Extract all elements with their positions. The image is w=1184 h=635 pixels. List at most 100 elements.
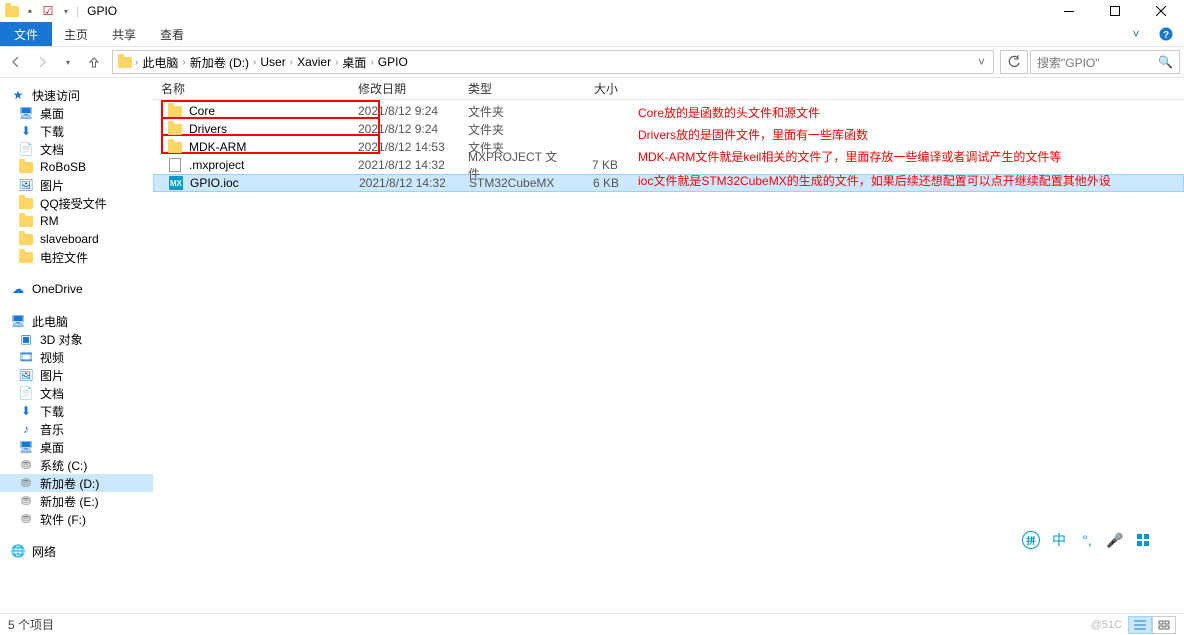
titlebar: ▪ ☑ ▾ | GPIO	[0, 0, 1184, 22]
tab-share[interactable]: 共享	[100, 22, 148, 46]
sidebar-item[interactable]: QQ接受文件	[0, 194, 153, 212]
cloud-icon: ☁	[10, 281, 26, 297]
window-title: GPIO	[87, 4, 117, 18]
search-input[interactable]: 搜索"GPIO" 🔍	[1030, 50, 1180, 74]
window-controls	[1046, 0, 1184, 22]
folder-icon	[18, 195, 34, 211]
sidebar-item[interactable]: slaveboard	[0, 230, 153, 248]
column-name[interactable]: 名称	[153, 80, 358, 97]
checkbox-icon[interactable]: ☑	[40, 3, 56, 19]
sidebar-item[interactable]: RoBoSB	[0, 158, 153, 176]
tool-zhong-icon[interactable]: 中	[1050, 531, 1068, 549]
sidebar-item[interactable]: ⛃软件 (F:)	[0, 510, 153, 528]
document-icon: 📄	[18, 141, 34, 157]
sidebar-item[interactable]: 🖥桌面	[0, 438, 153, 456]
chevron-right-icon[interactable]: ›	[370, 57, 373, 68]
breadcrumb-item[interactable]: User	[258, 55, 287, 69]
up-button[interactable]	[82, 50, 106, 74]
sidebar-item[interactable]: ⬇下载	[0, 122, 153, 140]
address-dropdown-icon[interactable]: ˅	[974, 55, 989, 69]
sidebar-onedrive[interactable]: ☁ OneDrive	[0, 280, 153, 298]
annotation-text: Core放的是函数的头文件和源文件	[638, 102, 1111, 124]
music-icon: ♪	[18, 421, 34, 437]
sidebar-item[interactable]: ⛃新加卷 (D:)	[0, 474, 153, 492]
tool-punct-icon[interactable]: °,	[1078, 531, 1096, 549]
tool-ime-icon[interactable]: 拼	[1022, 531, 1040, 549]
sidebar-item[interactable]: 🖼图片	[0, 366, 153, 384]
sidebar-item[interactable]: ⬇下载	[0, 402, 153, 420]
network-icon: 🌐	[10, 543, 26, 559]
chevron-right-icon[interactable]: ›	[253, 57, 256, 68]
sidebar-item-label: RM	[40, 214, 59, 228]
back-button[interactable]	[4, 50, 28, 74]
sidebar-item[interactable]: 电控文件	[0, 248, 153, 266]
chevron-right-icon[interactable]: ›	[290, 57, 293, 68]
pc-icon: 🖥	[10, 313, 26, 329]
details-view-button[interactable]	[1128, 616, 1152, 634]
forward-button[interactable]	[30, 50, 54, 74]
sidebar-item[interactable]: 🎞视频	[0, 348, 153, 366]
breadcrumb-item[interactable]: Xavier	[295, 55, 333, 69]
recent-dropdown-icon[interactable]: ▾	[56, 50, 80, 74]
sidebar-item-label: QQ接受文件	[40, 195, 107, 212]
column-size[interactable]: 大小	[568, 80, 628, 97]
ribbon-expand-icon[interactable]: ˅	[1124, 22, 1148, 46]
folder-icon	[18, 159, 34, 175]
sidebar-item-label: slaveboard	[40, 232, 99, 246]
qat-dropdown-icon[interactable]: ▾	[58, 3, 74, 19]
maximize-button[interactable]	[1092, 0, 1138, 22]
chevron-right-icon[interactable]: ›	[182, 57, 185, 68]
sidebar-item[interactable]: 📄文档	[0, 384, 153, 402]
sidebar-item[interactable]: 🖥桌面	[0, 104, 153, 122]
breadcrumb-item[interactable]: GPIO	[376, 55, 410, 69]
sidebar-item-label: 音乐	[40, 421, 64, 438]
sidebar-label: OneDrive	[32, 282, 83, 296]
sidebar-label: 网络	[32, 543, 56, 560]
document-icon: 📄	[18, 385, 34, 401]
sidebar-item-label: 3D 对象	[40, 331, 83, 348]
folder-icon	[167, 103, 183, 119]
sidebar-item[interactable]: ♪ 音乐	[0, 420, 153, 438]
sidebar-item[interactable]: RM	[0, 212, 153, 230]
minimize-button[interactable]	[1046, 0, 1092, 22]
sidebar-item-label: 下载	[40, 403, 64, 420]
sidebar-item-label: 文档	[40, 141, 64, 158]
annotation-text: Drivers放的是固件文件，里面有一些库函数	[638, 124, 1111, 146]
thumbnails-view-button[interactable]	[1152, 616, 1176, 634]
breadcrumb-item[interactable]: 新加卷 (D:)	[188, 54, 251, 71]
sidebar-quick-access[interactable]: ★ 快速访问	[0, 86, 153, 104]
status-item-count: 5 个项目	[8, 616, 54, 633]
tab-home[interactable]: 主页	[52, 22, 100, 46]
quick-access-toolbar: ▪ ☑ ▾ |	[0, 3, 79, 19]
tab-view[interactable]: 查看	[148, 22, 196, 46]
column-date[interactable]: 修改日期	[358, 80, 468, 97]
sidebar-item[interactable]: 🖼图片	[0, 176, 153, 194]
refresh-button[interactable]	[1000, 50, 1028, 74]
file-tab[interactable]: 文件	[0, 22, 52, 46]
pictures-icon: 🖼	[18, 367, 34, 383]
file-type: 文件夹	[468, 103, 568, 120]
chevron-right-icon[interactable]: ›	[135, 57, 138, 68]
column-type[interactable]: 类型	[468, 80, 568, 97]
mx-icon: MX	[168, 175, 184, 191]
sidebar-network[interactable]: 🌐 网络	[0, 542, 153, 560]
sidebar-item[interactable]: 📄 文档	[0, 140, 153, 158]
address-bar[interactable]: › 此电脑 › 新加卷 (D:) › User › Xavier › 桌面 › …	[112, 50, 994, 74]
properties-icon[interactable]: ▪	[22, 3, 38, 19]
video-icon: 🎞	[18, 349, 34, 365]
breadcrumb-item[interactable]: 桌面	[340, 54, 368, 71]
body: ★ 快速访问 🖥桌面⬇下载📄文档RoBoSB🖼图片QQ接受文件RMslavebo…	[0, 78, 1184, 613]
close-button[interactable]	[1138, 0, 1184, 22]
sidebar-item[interactable]: ▣3D 对象	[0, 330, 153, 348]
tool-grid-icon[interactable]	[1134, 531, 1152, 549]
breadcrumb-item[interactable]: 此电脑	[140, 54, 180, 71]
sidebar-item[interactable]: ⛃新加卷 (E:)	[0, 492, 153, 510]
help-icon[interactable]: ?	[1154, 22, 1178, 46]
sidebar-item[interactable]: ⛃系统 (C:)	[0, 456, 153, 474]
sidebar-this-pc[interactable]: 🖥 此电脑	[0, 312, 153, 330]
svg-text:?: ?	[1163, 30, 1169, 41]
sidebar-label: 快速访问	[32, 87, 80, 104]
tool-mic-icon[interactable]: 🎤	[1106, 531, 1124, 549]
sidebar-item-label: 新加卷 (E:)	[40, 493, 99, 510]
chevron-right-icon[interactable]: ›	[335, 57, 338, 68]
